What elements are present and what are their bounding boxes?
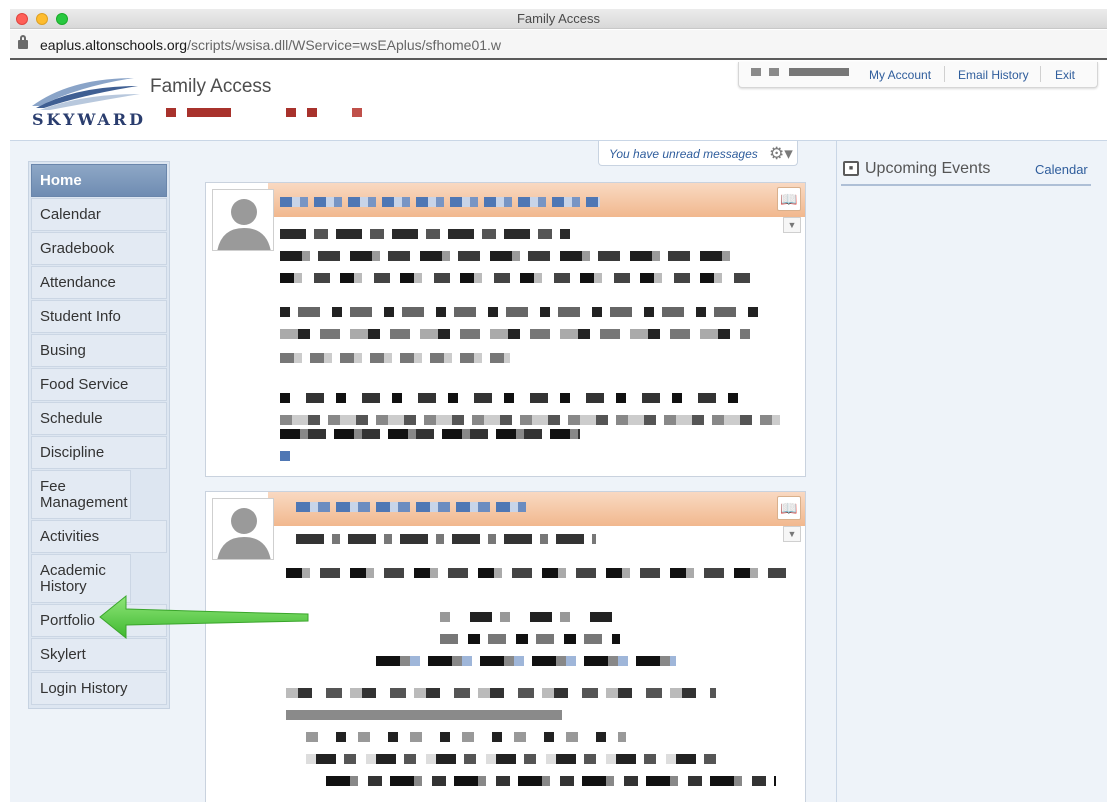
swoosh-icon: [32, 78, 140, 110]
url-text[interactable]: eaplus.altonschools.org/scripts/wsisa.dl…: [40, 37, 501, 53]
address-bar[interactable]: eaplus.altonschools.org/scripts/wsisa.dl…: [10, 30, 1107, 60]
redacted-student-name: [187, 108, 231, 117]
sidebar-item-food-service[interactable]: Food Service: [31, 368, 167, 401]
link-divider: [944, 66, 945, 82]
main-content: Home Calendar Gradebook Attendance Stude…: [10, 140, 1107, 802]
message-card: 📖 ▼: [205, 182, 806, 477]
avatar: [212, 498, 274, 560]
logo-wordmark: SKYWARD: [32, 110, 146, 129]
person-icon: [217, 508, 271, 559]
sidebar-item-activities[interactable]: Activities: [31, 520, 167, 553]
account-links: My Account Email History Exit: [738, 62, 1098, 88]
url-host: eaplus.altonschools.org: [40, 37, 188, 53]
person-icon: [217, 199, 271, 250]
sidebar-item-busing[interactable]: Busing: [31, 334, 167, 367]
exit-link[interactable]: Exit: [1055, 68, 1075, 82]
calendar-icon: ■: [843, 161, 859, 176]
site-header: SKYWARD Family Access My Account Email H…: [10, 62, 1107, 140]
upcoming-events-title: Upcoming Events: [865, 160, 991, 177]
book-icon[interactable]: 📖: [777, 187, 801, 211]
redacted-user-name: [789, 68, 849, 76]
sidebar-item-gradebook[interactable]: Gradebook: [31, 232, 167, 265]
book-icon[interactable]: 📖: [777, 496, 801, 520]
window-titlebar: Family Access: [10, 9, 1107, 29]
arrow-icon: [99, 594, 309, 640]
url-path: /scripts/wsisa.dll/WService=wsEAplus/sfh…: [187, 37, 502, 53]
sidebar-item-attendance[interactable]: Attendance: [31, 266, 167, 299]
upcoming-events-panel: ■ Upcoming Events Calendar: [836, 141, 1107, 802]
chevron-down-icon[interactable]: ▼: [783, 526, 801, 542]
calendar-link[interactable]: Calendar: [1035, 162, 1088, 177]
skyward-logo[interactable]: SKYWARD: [30, 72, 143, 130]
sidebar-item-fee-management[interactable]: Fee Management: [31, 470, 131, 519]
feed-toolbar: You have unread messages ⚙▾: [598, 141, 798, 166]
sidebar-item-discipline[interactable]: Discipline: [31, 436, 167, 469]
redacted-user-name: [769, 68, 779, 76]
email-history-link[interactable]: Email History: [958, 68, 1029, 82]
message-card: 📖 ▼: [205, 491, 806, 802]
app-name: Family Access: [150, 76, 272, 97]
gear-icon[interactable]: ⚙▾: [769, 144, 793, 164]
sidebar-item-login-history[interactable]: Login History: [31, 672, 167, 705]
redacted-user-name: [751, 68, 761, 76]
message-feed: You have unread messages ⚙▾ 📖 ▼ 📖 ▼: [186, 141, 826, 802]
avatar: [212, 189, 274, 251]
lock-icon: [18, 35, 28, 49]
redacted-student-name: [286, 108, 296, 117]
sidebar-item-calendar[interactable]: Calendar: [31, 198, 167, 231]
redacted-student-name: [352, 108, 362, 117]
sidebar-item-schedule[interactable]: Schedule: [31, 402, 167, 435]
link-divider: [1040, 66, 1041, 82]
sidebar-item-skylert[interactable]: Skylert: [31, 638, 167, 671]
my-account-link[interactable]: My Account: [869, 68, 931, 82]
window-title: Family Access: [516, 11, 601, 26]
sidebar-item-student-info[interactable]: Student Info: [31, 300, 167, 333]
redacted-student-name: [166, 108, 176, 117]
page: SKYWARD Family Access My Account Email H…: [10, 62, 1107, 802]
chevron-down-icon[interactable]: ▼: [783, 217, 801, 233]
redacted-student-name: [307, 108, 317, 117]
sidebar-item-home[interactable]: Home: [31, 164, 167, 197]
events-divider: [841, 184, 1091, 186]
unread-messages-link[interactable]: You have unread messages: [609, 147, 758, 161]
